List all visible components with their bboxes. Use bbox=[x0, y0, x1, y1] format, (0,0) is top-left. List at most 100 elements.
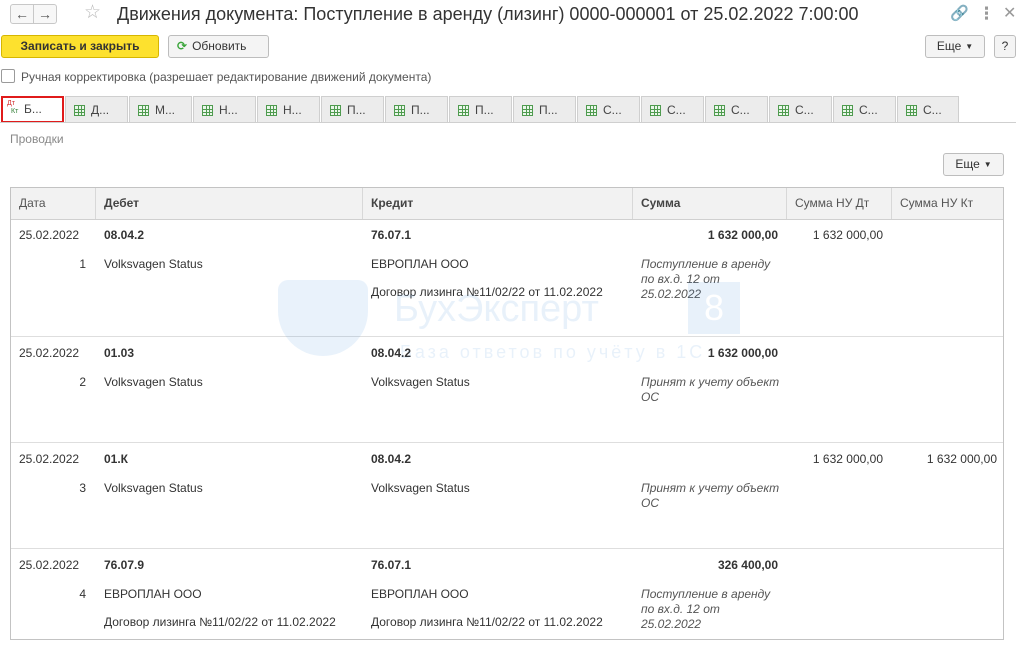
register-grid-icon bbox=[714, 105, 725, 116]
credit-subconto-2: Договор лизинга №11/02/22 от 11.02.2022 bbox=[371, 615, 603, 629]
close-icon[interactable]: ✕ bbox=[1003, 5, 1016, 23]
row-date: 25.02.2022 bbox=[19, 558, 80, 572]
tab-4[interactable]: Н... bbox=[193, 96, 256, 123]
more-label: Еще bbox=[936, 39, 962, 53]
back-arrow-icon[interactable]: ← bbox=[10, 4, 34, 24]
table-more-button[interactable]: Еще ▼ bbox=[943, 153, 1004, 176]
register-grid-icon bbox=[522, 105, 533, 116]
register-grid-icon bbox=[202, 105, 213, 116]
column-header-debit[interactable]: Дебет bbox=[96, 188, 363, 219]
dt-kt-icon: Дт Кт bbox=[7, 100, 19, 115]
tab-label: П... bbox=[411, 103, 430, 117]
tab-10[interactable]: С... bbox=[577, 96, 640, 123]
debit-subconto-1: ЕВРОПЛАН ООО bbox=[104, 587, 202, 601]
more-vertical-icon[interactable]: ⋮ bbox=[978, 5, 995, 23]
row-sum: 1 632 000,00 bbox=[707, 346, 778, 360]
tab-14[interactable]: С... bbox=[833, 96, 896, 123]
tab-label: С... bbox=[667, 103, 686, 117]
credit-subconto-1: ЕВРОПЛАН ООО bbox=[371, 257, 469, 271]
register-grid-icon bbox=[586, 105, 597, 116]
table-more-label: Еще bbox=[955, 157, 980, 171]
tab-13[interactable]: С... bbox=[769, 96, 832, 123]
column-header-nu-dt[interactable]: Сумма НУ Дт bbox=[787, 188, 892, 219]
tab-label: М... bbox=[155, 103, 175, 117]
credit-account: 76.07.1 bbox=[371, 558, 412, 572]
tab-label: С... bbox=[731, 103, 750, 117]
credit-subconto-2: Договор лизинга №11/02/22 от 11.02.2022 bbox=[371, 285, 603, 299]
row-content: Принят к учету объект ОС bbox=[641, 481, 780, 510]
save-and-close-label: Записать и закрыть bbox=[20, 39, 140, 53]
manual-edit-checkbox-row[interactable]: Ручная корректировка (разрешает редактир… bbox=[1, 69, 431, 85]
row-content: Принят к учету объект ОС bbox=[641, 375, 780, 404]
save-and-close-button[interactable]: Записать и закрыть bbox=[1, 35, 159, 58]
row-date: 25.02.2022 bbox=[19, 228, 80, 242]
row-sum: 326 400,00 bbox=[717, 558, 778, 572]
debit-subconto-2: Договор лизинга №11/02/22 от 11.02.2022 bbox=[104, 615, 336, 629]
tab-8[interactable]: П... bbox=[449, 96, 512, 123]
tab-6[interactable]: П... bbox=[321, 96, 384, 123]
tab-5[interactable]: Н... bbox=[257, 96, 320, 123]
column-header-date[interactable]: Дата bbox=[11, 188, 96, 219]
tab-7[interactable]: П... bbox=[385, 96, 448, 123]
row-date: 25.02.2022 bbox=[19, 452, 80, 466]
tab-label: С... bbox=[923, 103, 942, 117]
credit-account: 08.04.2 bbox=[371, 452, 412, 466]
postings-table: Дата Дебет Кредит Сумма Сумма НУ Дт Сумм… bbox=[10, 187, 1004, 640]
column-header-credit[interactable]: Кредит bbox=[363, 188, 633, 219]
tab-label: П... bbox=[347, 103, 366, 117]
forward-arrow-icon[interactable]: → bbox=[33, 4, 57, 24]
chevron-down-icon: ▼ bbox=[965, 42, 974, 51]
register-tabs: Дт Кт Б... Д... М... Н... Н... П... П... П… bbox=[0, 96, 1024, 123]
link-icon[interactable]: 🔗 bbox=[950, 5, 969, 23]
chevron-down-icon: ▼ bbox=[983, 160, 992, 169]
table-row[interactable]: 25.02.2022 2 01.03 Volksvagen Status 08.… bbox=[11, 337, 1003, 443]
manual-edit-label: Ручная корректировка (разрешает редактир… bbox=[21, 70, 432, 84]
tab-label: С... bbox=[795, 103, 814, 117]
table-row[interactable]: 25.02.2022 4 76.07.9 ЕВРОПЛАН ООО Догово… bbox=[11, 549, 1003, 639]
tab-11[interactable]: С... bbox=[641, 96, 704, 123]
column-header-nu-kt[interactable]: Сумма НУ Кт bbox=[892, 188, 1003, 219]
debit-account: 01.03 bbox=[104, 346, 135, 360]
tab-9[interactable]: П... bbox=[513, 96, 576, 123]
more-button[interactable]: Еще ▼ bbox=[925, 35, 985, 58]
tab-2[interactable]: Д... bbox=[65, 96, 128, 123]
debit-subconto-1: Volksvagen Status bbox=[104, 375, 203, 389]
star-icon[interactable]: ☆ bbox=[84, 2, 101, 24]
window-title: Движения документа: Поступление в аренду… bbox=[117, 4, 859, 24]
row-nu-kt: 1 632 000,00 bbox=[926, 452, 997, 466]
tab-1[interactable]: Дт Кт Б... bbox=[1, 96, 64, 123]
manual-edit-checkbox[interactable] bbox=[1, 69, 15, 83]
tab-label: П... bbox=[539, 103, 558, 117]
debit-subconto-1: Volksvagen Status bbox=[104, 481, 203, 495]
refresh-label: Обновить bbox=[192, 39, 247, 53]
row-sum: 1 632 000,00 bbox=[707, 228, 778, 242]
register-grid-icon bbox=[458, 105, 469, 116]
tab-12[interactable]: С... bbox=[705, 96, 768, 123]
credit-subconto-1: Volksvagen Status bbox=[371, 481, 470, 495]
tab-15[interactable]: С... bbox=[897, 96, 959, 123]
tab-3[interactable]: М... bbox=[129, 96, 192, 123]
table-row[interactable]: 25.02.2022 3 01.К Volksvagen Status 08.0… bbox=[11, 443, 1003, 549]
register-grid-icon bbox=[330, 105, 341, 116]
register-grid-icon bbox=[394, 105, 405, 116]
row-number: 3 bbox=[79, 481, 86, 495]
tab-label: С... bbox=[859, 103, 878, 117]
help-button[interactable]: ? bbox=[994, 35, 1016, 58]
register-grid-icon bbox=[778, 105, 789, 116]
column-header-sum[interactable]: Сумма bbox=[633, 188, 787, 219]
register-grid-icon bbox=[138, 105, 149, 116]
debit-account: 76.07.9 bbox=[104, 558, 145, 572]
register-grid-icon bbox=[906, 105, 917, 116]
register-grid-icon bbox=[266, 105, 277, 116]
row-content: Поступление в аренду по вх.д. 12 от 25.0… bbox=[641, 587, 771, 631]
title-bar: ← → ☆ Движения документа: Поступление в … bbox=[0, 0, 1024, 28]
row-content: Поступление в аренду по вх.д. 12 от 25.0… bbox=[641, 257, 771, 301]
credit-subconto-1: Volksvagen Status bbox=[371, 375, 470, 389]
tab-label: Д... bbox=[91, 103, 110, 117]
table-row[interactable]: 25.02.2022 1 08.04.2 Volksvagen Status 7… bbox=[11, 219, 1003, 337]
table-header: Дата Дебет Кредит Сумма Сумма НУ Дт Сумм… bbox=[11, 188, 1003, 220]
row-number: 4 bbox=[79, 587, 86, 601]
row-date: 25.02.2022 bbox=[19, 346, 80, 360]
refresh-button[interactable]: ⟳ Обновить bbox=[168, 35, 269, 58]
tab-label: П... bbox=[475, 103, 494, 117]
